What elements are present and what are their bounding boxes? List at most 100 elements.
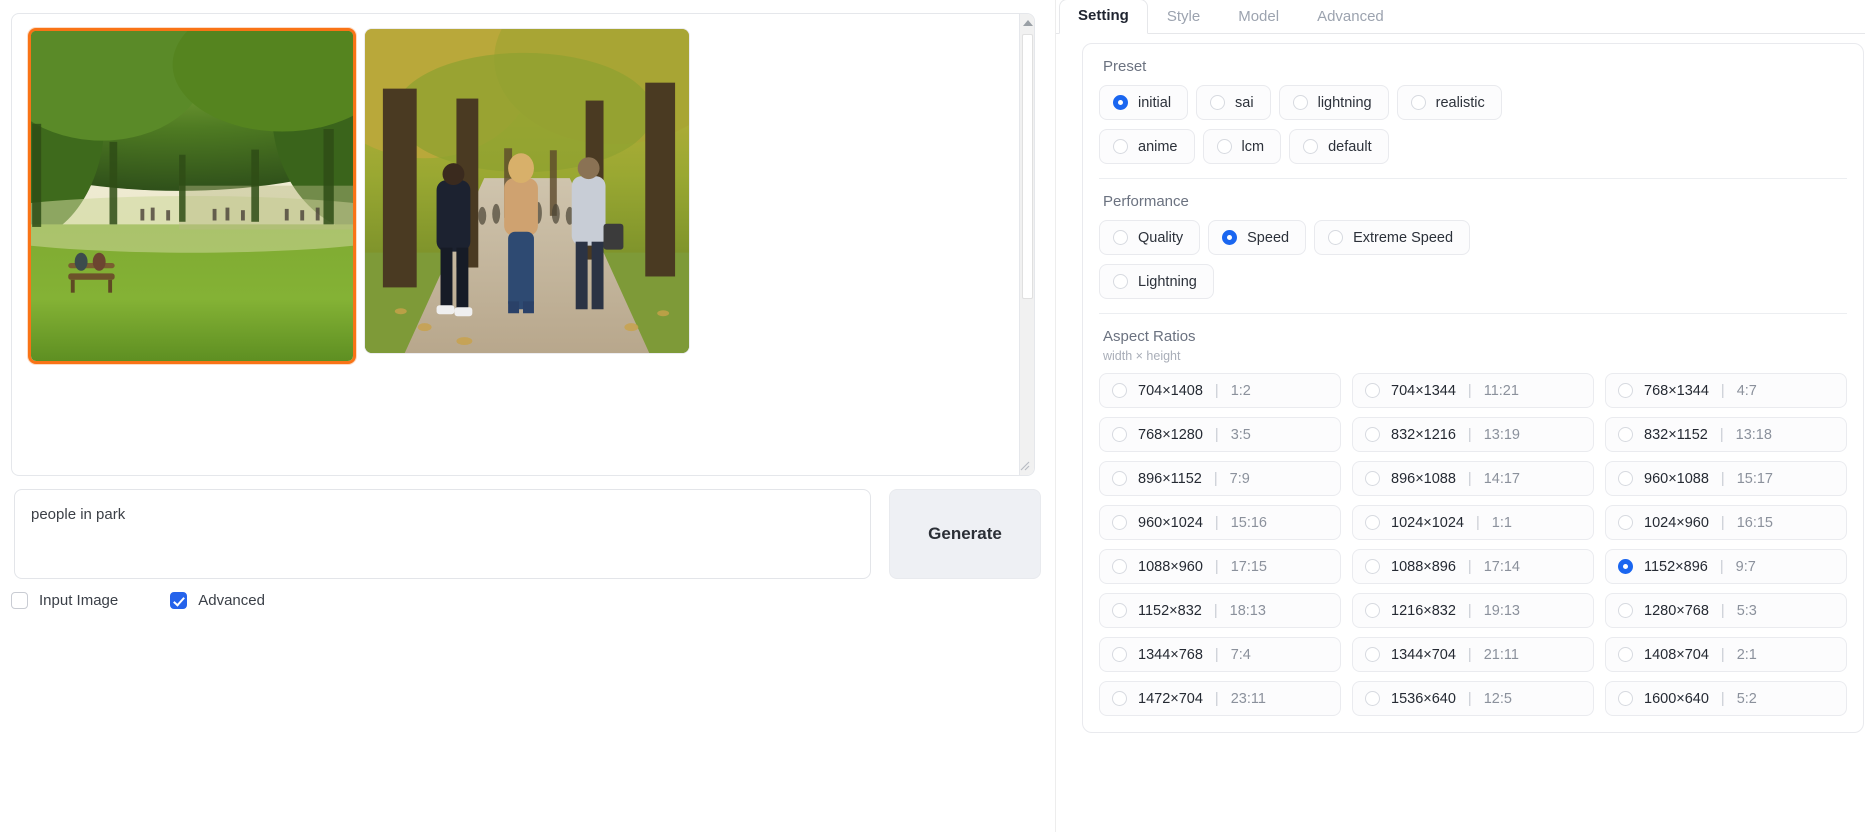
aspect-ratio-option-1408x704[interactable]: 1408×704 | 2:1: [1605, 637, 1847, 672]
radio-icon[interactable]: [1365, 427, 1380, 442]
input-image-checkbox-box[interactable]: [11, 592, 28, 609]
aspect-ratio-option-1472x704[interactable]: 1472×704 | 23:11: [1099, 681, 1341, 716]
radio-icon[interactable]: [1365, 603, 1380, 618]
gallery-scrollbar[interactable]: [1019, 14, 1034, 475]
generate-button[interactable]: Generate: [889, 489, 1041, 579]
radio-icon[interactable]: [1210, 95, 1226, 110]
radio-icon[interactable]: [1365, 471, 1380, 486]
radio-icon[interactable]: [1365, 383, 1380, 398]
radio-icon[interactable]: [1365, 691, 1380, 706]
aspect-ratio-option-960x1024[interactable]: 960×1024 | 15:16: [1099, 505, 1341, 540]
preset-option-anime[interactable]: anime: [1099, 129, 1195, 164]
aspect-ratio-value: 19:13: [1483, 602, 1520, 619]
advanced-checkbox[interactable]: Advanced: [170, 592, 265, 609]
aspect-ratio-option-1280x768[interactable]: 1280×768 | 5:3: [1605, 593, 1847, 628]
radio-icon[interactable]: [1365, 515, 1380, 530]
aspect-ratio-separator: |: [1467, 690, 1472, 707]
radio-icon[interactable]: [1618, 691, 1633, 706]
aspect-ratio-option-832x1216[interactable]: 832×1216 | 13:19: [1352, 417, 1594, 452]
input-image-checkbox[interactable]: Input Image: [11, 592, 118, 609]
aspect-ratio-value: 17:15: [1230, 558, 1267, 575]
radio-icon[interactable]: [1618, 383, 1633, 398]
radio-icon[interactable]: [1618, 559, 1633, 574]
performance-option-speed[interactable]: Speed: [1208, 220, 1307, 255]
radio-icon[interactable]: [1112, 471, 1127, 486]
aspect-ratio-option-1088x896[interactable]: 1088×896 | 17:14: [1352, 549, 1594, 584]
preset-option-default[interactable]: default: [1289, 129, 1389, 164]
aspect-ratio-option-1536x640[interactable]: 1536×640 | 12:5: [1352, 681, 1594, 716]
radio-icon[interactable]: [1365, 647, 1380, 662]
performance-option-lightning[interactable]: Lightning: [1099, 264, 1214, 299]
tab-style[interactable]: Style: [1148, 0, 1219, 34]
radio-icon[interactable]: [1216, 139, 1232, 154]
aspect-ratio-option-768x1344[interactable]: 768×1344 | 4:7: [1605, 373, 1847, 408]
performance-option-quality[interactable]: Quality: [1099, 220, 1201, 255]
aspect-ratio-option-832x1152[interactable]: 832×1152 | 13:18: [1605, 417, 1847, 452]
aspect-ratio-separator: |: [1475, 514, 1480, 531]
aspect-ratio-option-704x1408[interactable]: 704×1408 | 1:2: [1099, 373, 1341, 408]
aspect-ratio-value: 5:2: [1736, 690, 1757, 707]
aspect-ratio-option-768x1280[interactable]: 768×1280 | 3:5: [1099, 417, 1341, 452]
advanced-checkbox-box[interactable]: [170, 592, 188, 609]
aspect-ratio-option-1344x768[interactable]: 1344×768 | 7:4: [1099, 637, 1341, 672]
radio-icon[interactable]: [1222, 230, 1238, 245]
radio-icon[interactable]: [1410, 95, 1426, 110]
radio-icon[interactable]: [1113, 274, 1128, 289]
preset-option-lcm[interactable]: lcm: [1202, 129, 1282, 164]
radio-icon[interactable]: [1112, 383, 1127, 398]
preset-option-label: realistic: [1435, 94, 1485, 111]
prompt-input[interactable]: people in park: [14, 489, 871, 579]
aspect-ratio-option-960x1088[interactable]: 960×1088 | 15:17: [1605, 461, 1847, 496]
aspect-ratio-option-1216x832[interactable]: 1216×832 | 19:13: [1352, 593, 1594, 628]
aspect-ratio-option-1024x960[interactable]: 1024×960 | 16:15: [1605, 505, 1847, 540]
aspect-ratio-option-1344x704[interactable]: 1344×704 | 21:11: [1352, 637, 1594, 672]
radio-icon[interactable]: [1303, 139, 1319, 154]
aspect-ratio-option-1152x896[interactable]: 1152×896 | 9:7: [1605, 549, 1847, 584]
radio-icon[interactable]: [1618, 603, 1633, 618]
performance-option-extreme-speed[interactable]: Extreme Speed: [1314, 220, 1471, 255]
radio-icon[interactable]: [1365, 559, 1380, 574]
aspect-ratio-option-1152x832[interactable]: 1152×832 | 18:13: [1099, 593, 1341, 628]
radio-icon[interactable]: [1112, 515, 1127, 530]
gallery-thumbnail-1[interactable]: [364, 28, 690, 354]
aspect-ratio-option-1088x960[interactable]: 1088×960 | 17:15: [1099, 549, 1341, 584]
aspect-ratio-option-1600x640[interactable]: 1600×640 | 5:2: [1605, 681, 1847, 716]
radio-icon[interactable]: [1618, 427, 1633, 442]
aspect-ratio-separator: |: [1214, 646, 1219, 663]
aspect-ratio-dimensions: 768×1280: [1138, 426, 1203, 443]
tab-setting[interactable]: Setting: [1059, 0, 1148, 34]
radio-icon[interactable]: [1292, 95, 1308, 110]
aspect-ratio-option-704x1344[interactable]: 704×1344 | 11:21: [1352, 373, 1594, 408]
preset-option-initial[interactable]: initial: [1099, 85, 1189, 120]
aspect-ratio-option-896x1088[interactable]: 896×1088 | 14:17: [1352, 461, 1594, 496]
radio-icon[interactable]: [1618, 515, 1633, 530]
scroll-up-arrow-icon[interactable]: [1023, 20, 1033, 26]
aspect-ratio-dimensions: 832×1216: [1391, 426, 1456, 443]
radio-icon[interactable]: [1113, 95, 1128, 110]
scrollbar-thumb[interactable]: [1022, 34, 1033, 299]
radio-icon[interactable]: [1113, 230, 1128, 245]
tab-advanced[interactable]: Advanced: [1298, 0, 1403, 34]
aspect-ratio-option-896x1152[interactable]: 896×1152 | 7:9: [1099, 461, 1341, 496]
aspect-ratio-option-1024x1024[interactable]: 1024×1024 | 1:1: [1352, 505, 1594, 540]
park-lawn-image: [31, 31, 353, 361]
radio-icon[interactable]: [1112, 647, 1127, 662]
preset-option-realistic[interactable]: realistic: [1396, 85, 1502, 120]
settings-scroll-area[interactable]: Preset initial sai lightning realistic a…: [1056, 34, 1865, 832]
tab-model[interactable]: Model: [1219, 0, 1298, 34]
radio-icon[interactable]: [1112, 603, 1127, 618]
gallery-thumbnail-0[interactable]: [28, 28, 356, 364]
radio-icon[interactable]: [1112, 559, 1127, 574]
aspect-ratio-dimensions: 1024×960: [1644, 514, 1709, 531]
radio-icon[interactable]: [1618, 471, 1633, 486]
radio-icon[interactable]: [1328, 230, 1344, 245]
aspect-ratio-value: 1:2: [1230, 382, 1251, 399]
preset-option-lightning[interactable]: lightning: [1278, 85, 1389, 120]
aspect-ratios-title: Aspect Ratios: [1103, 328, 1196, 345]
radio-icon[interactable]: [1113, 139, 1128, 154]
preset-option-sai[interactable]: sai: [1196, 85, 1271, 120]
resize-grip-icon[interactable]: [1018, 459, 1030, 471]
radio-icon[interactable]: [1112, 427, 1127, 442]
radio-icon[interactable]: [1112, 691, 1127, 706]
radio-icon[interactable]: [1618, 647, 1633, 662]
